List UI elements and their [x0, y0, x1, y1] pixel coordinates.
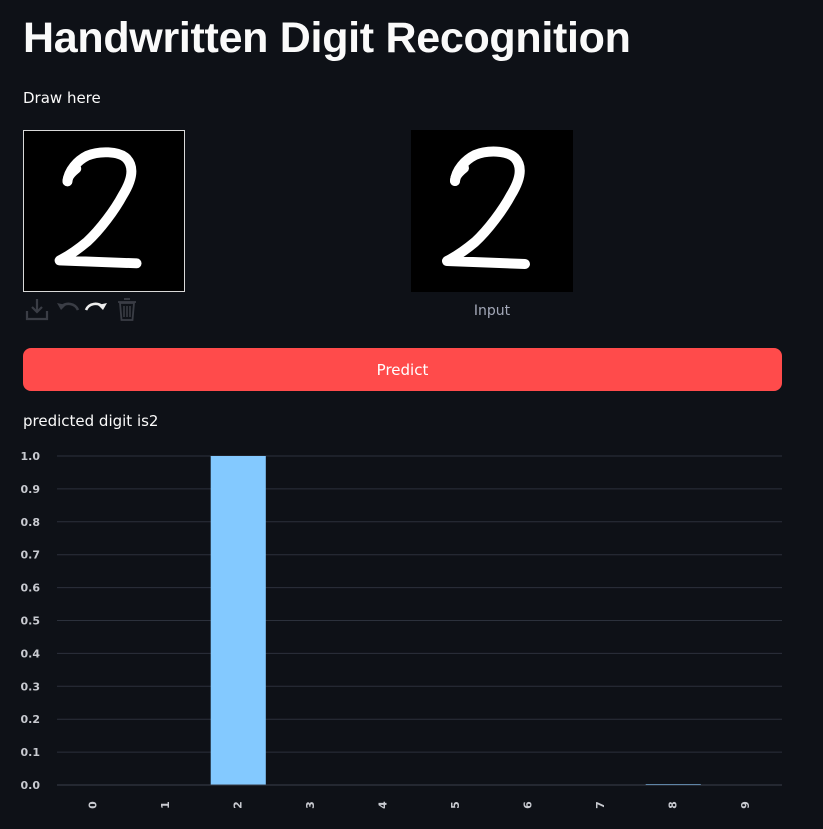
- app-root: Handwritten Digit Recognition Draw here: [0, 0, 823, 829]
- y-tick-label: 0.3: [21, 680, 41, 693]
- undo-icon[interactable]: [53, 296, 81, 322]
- y-tick-label: 0.8: [21, 516, 41, 529]
- y-tick-label: 0.2: [21, 713, 41, 726]
- x-tick-label: 5: [449, 801, 462, 809]
- prediction-result: predicted digit is2: [23, 412, 159, 430]
- input-preview-image: [411, 130, 573, 292]
- y-tick-label: 0.9: [21, 483, 41, 496]
- x-tick-label: 1: [159, 801, 172, 809]
- y-tick-label: 0.7: [21, 549, 41, 562]
- canvas-toolbar: [23, 296, 141, 322]
- drawing-canvas[interactable]: [23, 130, 185, 292]
- page-title: Handwritten Digit Recognition: [23, 14, 631, 62]
- drawn-digit: [54, 147, 142, 269]
- predict-button[interactable]: Predict: [23, 348, 782, 391]
- preview-digit: [442, 146, 530, 269]
- draw-label: Draw here: [23, 89, 101, 107]
- trash-icon[interactable]: [113, 296, 141, 322]
- x-tick-label: 3: [304, 801, 317, 809]
- x-tick-label: 6: [521, 801, 534, 809]
- bar-2: [210, 456, 266, 785]
- y-tick-label: 0.6: [21, 582, 41, 595]
- y-tick-label: 0.5: [21, 615, 41, 628]
- x-tick-label: 4: [376, 801, 389, 809]
- y-tick-label: 0.0: [21, 779, 41, 792]
- y-tick-label: 0.4: [21, 647, 41, 660]
- input-caption: Input: [473, 303, 511, 319]
- y-tick-label: 0.1: [21, 746, 41, 759]
- download-icon[interactable]: [23, 296, 51, 322]
- x-tick-label: 9: [739, 801, 752, 809]
- x-tick-label: 2: [231, 801, 244, 809]
- redo-icon[interactable]: [83, 296, 111, 322]
- probability-bar-chart: 0.0 0.1 0.2 0.3 0.4 0.5 0.6 0.7 0.8 0.9 1.0 0 1 2 3 4 5 6…: [21, 450, 782, 809]
- x-tick-label: 0: [86, 801, 99, 809]
- x-tick-label: 7: [594, 801, 607, 809]
- y-tick-label: 1.0: [21, 450, 41, 463]
- x-tick-label: 8: [666, 801, 679, 809]
